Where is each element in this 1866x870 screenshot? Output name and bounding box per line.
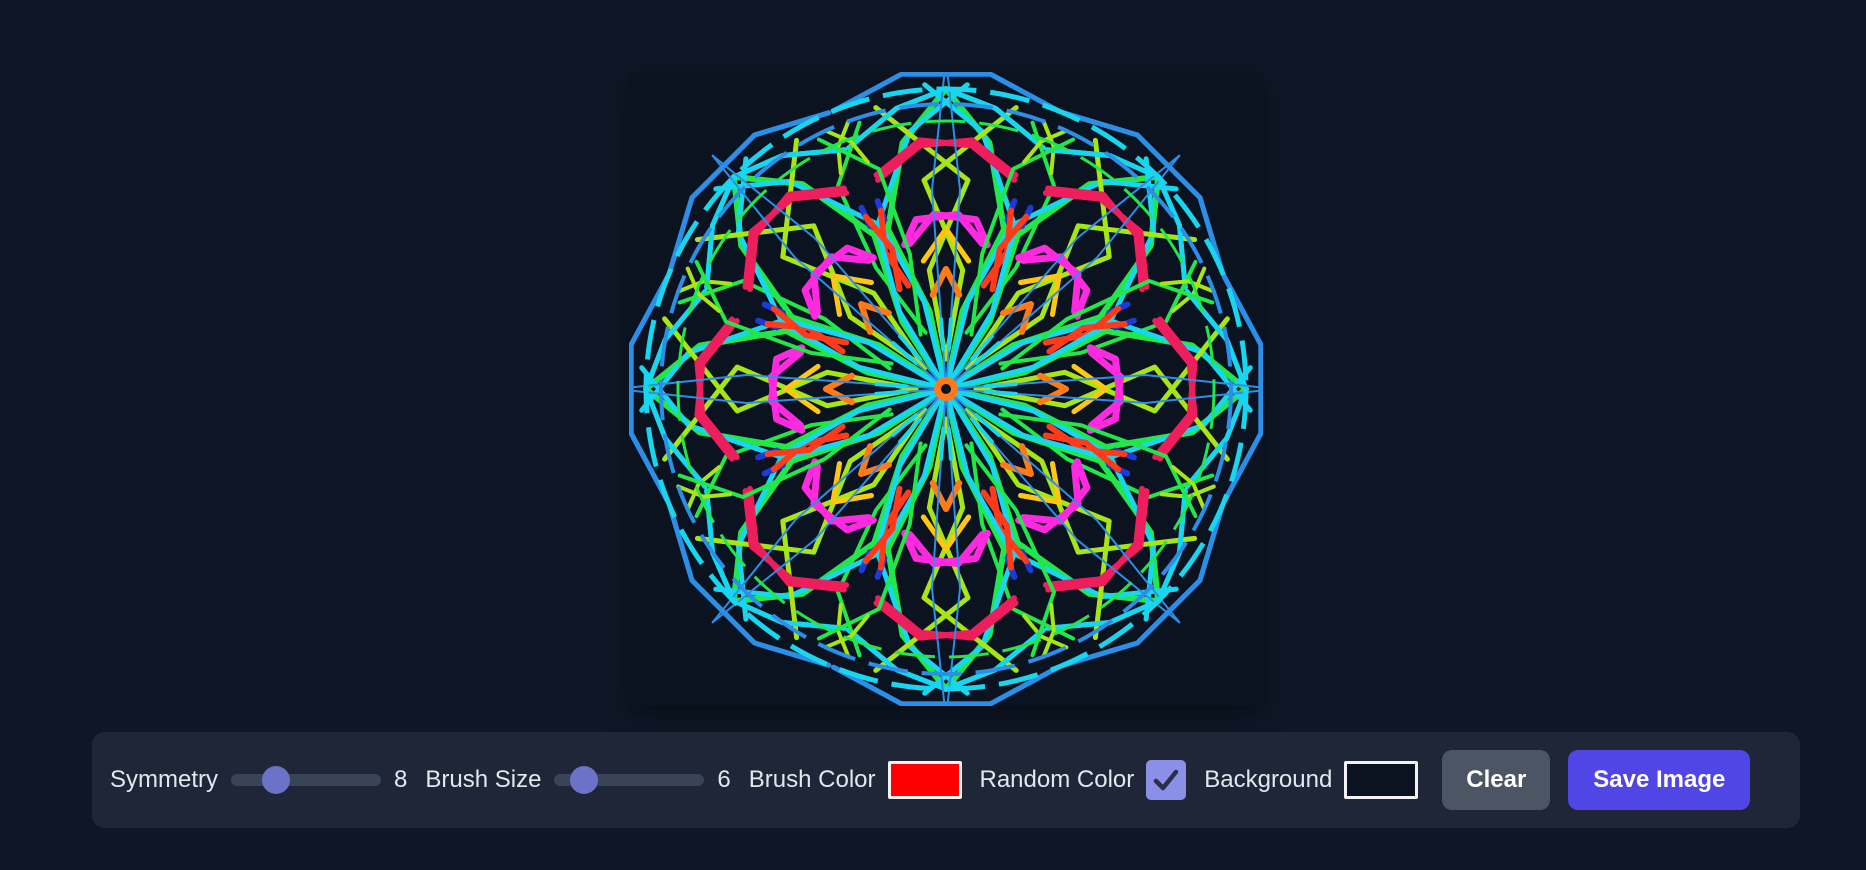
mandala-drawing	[629, 72, 1263, 706]
mandala-stroke	[946, 426, 953, 461]
mandala-stroke	[874, 389, 909, 396]
mandala-center-dot	[941, 384, 951, 394]
mandala-stroke	[946, 317, 953, 352]
mandala-stroke	[823, 372, 855, 406]
symmetry-label: Symmetry	[110, 766, 218, 793]
mandala-stroke	[939, 317, 946, 352]
symmetry-slider[interactable]	[231, 766, 381, 794]
brush-size-slider-thumb[interactable]	[570, 766, 599, 794]
symmetry-slider-thumb[interactable]	[262, 766, 290, 794]
random-color-checkbox[interactable]	[1146, 760, 1187, 800]
brush-color-label: Brush Color	[748, 766, 876, 793]
drawing-canvas[interactable]	[629, 72, 1263, 706]
mandala-stroke	[983, 389, 1018, 396]
mandala-stroke	[983, 382, 1018, 389]
background-color-picker[interactable]	[1344, 761, 1419, 799]
mandala-stroke	[929, 480, 963, 512]
random-color-label: Random Color	[979, 766, 1135, 793]
brush-size-label: Brush Size	[425, 766, 542, 793]
save-image-button[interactable]: Save Image	[1568, 750, 1751, 810]
clear-button[interactable]: Clear	[1442, 750, 1551, 810]
brush-size-slider[interactable]	[554, 766, 705, 794]
background-label: Background	[1204, 766, 1333, 793]
symmetry-value: 8	[394, 766, 408, 793]
mandala-stroke	[1037, 372, 1069, 406]
brush-size-value: 6	[717, 766, 731, 793]
mandala-stroke	[929, 266, 963, 298]
checkmark-icon	[1153, 769, 1179, 791]
mandala-stroke	[939, 426, 946, 461]
mandala-stroke	[874, 382, 909, 389]
brush-color-picker[interactable]	[887, 761, 962, 799]
toolbar: Symmetry 8 Brush Size 6 Brush Color Rand…	[92, 732, 1800, 828]
